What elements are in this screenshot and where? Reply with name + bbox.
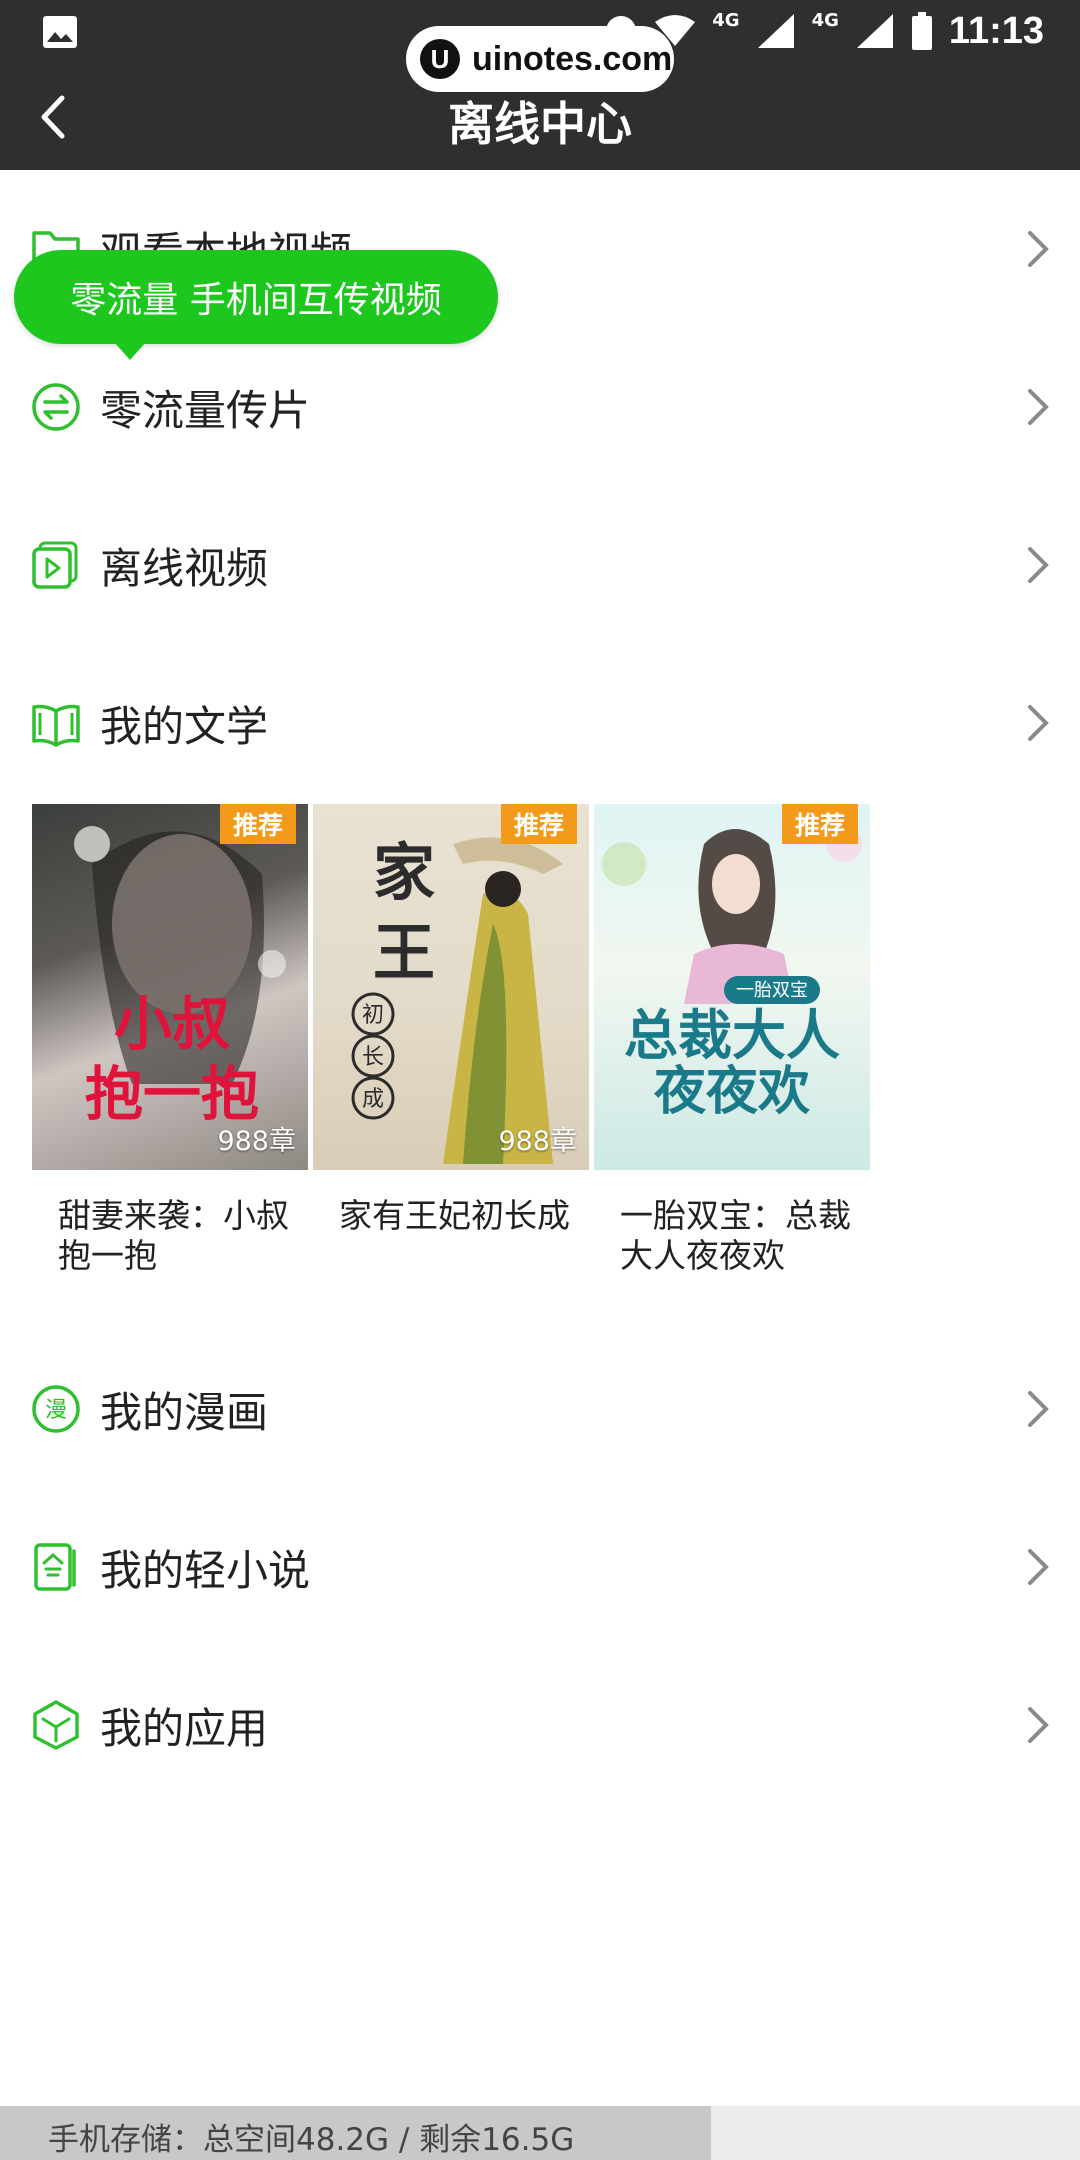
- chevron-right-icon: [1028, 1707, 1049, 1743]
- network-type-1: 4G: [712, 10, 740, 31]
- book-cover-illustration: 一胎双宝 总裁大人 夜夜欢: [602, 826, 862, 1122]
- row-offline-videos[interactable]: 离线视频: [0, 486, 1080, 644]
- book-title: 家有王妃初长成: [339, 1196, 570, 1235]
- network-type-2: 4G: [811, 10, 839, 31]
- book-title: 甜妻来袭：小叔抱一抱: [58, 1196, 289, 1275]
- book-icon: [32, 704, 80, 747]
- clock: 11:13: [948, 9, 1044, 52]
- chapter-count: 988章: [217, 1126, 296, 1157]
- watermark-text: uinotes.com: [472, 39, 673, 78]
- light-novel-icon: [34, 1543, 76, 1591]
- book-cover: 家 王 初 长 成 推荐 988章: [313, 804, 589, 1170]
- book-list: 小叔 抱一抱 推荐 988章 甜妻来袭：小叔抱一抱 家 王 初 长 成 推荐 9…: [32, 804, 1052, 1284]
- comic-icon: 漫: [32, 1385, 80, 1433]
- recommend-badge: 推荐: [220, 804, 296, 844]
- row-my-literature[interactable]: 我的文学: [0, 644, 1080, 802]
- storage-bar: 手机存储：总空间48.2G / 剩余16.5G: [0, 2106, 1080, 2160]
- signal-icon-2: [856, 14, 893, 48]
- chevron-right-icon: [1028, 231, 1049, 267]
- svg-text:成: 成: [362, 1087, 384, 1112]
- svg-text:家: 家: [373, 836, 435, 909]
- svg-text:一胎双宝: 一胎双宝: [736, 980, 808, 1001]
- svg-text:小叔: 小叔: [114, 990, 230, 1058]
- chapter-count: 988章: [498, 1126, 577, 1157]
- header: 4G 4G 11:13 U uinotes.com 离线中心: [0, 0, 1080, 170]
- chevron-right-icon: [1028, 1549, 1049, 1585]
- chevron-right-icon: [1028, 705, 1049, 741]
- book-cover-illustration: 家 王 初 长 成: [351, 836, 563, 1164]
- signal-icon-1: [757, 14, 794, 48]
- row-zero-traffic-transfer-label: 零流量传片: [100, 385, 311, 435]
- svg-text:王: 王: [373, 916, 435, 989]
- row-my-apps-label: 我的应用: [100, 1703, 269, 1753]
- svg-text:抱一抱: 抱一抱: [85, 1060, 259, 1128]
- book-cover: 一胎双宝 总裁大人 夜夜欢 推荐: [594, 804, 870, 1170]
- row-my-light-novels-label: 我的轻小说: [100, 1545, 311, 1595]
- watermark-logo-icon: U: [420, 39, 460, 79]
- row-my-comics-label: 我的漫画: [100, 1387, 269, 1437]
- book-title: 一胎双宝：总裁大人夜夜欢: [620, 1196, 851, 1275]
- book-cover: 小叔 抱一抱 推荐 988章: [32, 804, 308, 1170]
- chevron-right-icon: [1028, 389, 1049, 425]
- offline-center-screen: 4G 4G 11:13 U uinotes.com 离线中心 零流量 手机间互传…: [0, 0, 1080, 2160]
- row-zero-traffic-transfer[interactable]: 零流量传片: [0, 328, 1080, 486]
- svg-text:夜夜欢: 夜夜欢: [653, 1061, 810, 1122]
- chevron-right-icon: [1028, 547, 1049, 583]
- book-card[interactable]: 一胎双宝 总裁大人 夜夜欢 推荐 一胎双宝：总裁大人夜夜欢: [594, 804, 870, 1276]
- storage-text: 手机存储：总空间48.2G / 剩余16.5G: [48, 2122, 575, 2158]
- row-my-literature-label: 我的文学: [100, 701, 269, 751]
- row-my-apps[interactable]: 我的应用: [0, 1646, 1080, 1804]
- recommend-badge: 推荐: [782, 804, 858, 844]
- page-title: 离线中心: [448, 97, 632, 151]
- svg-text:漫: 漫: [45, 1398, 67, 1423]
- chevron-right-icon: [1028, 1391, 1049, 1427]
- row-my-light-novels[interactable]: 我的轻小说: [0, 1488, 1080, 1646]
- book-card[interactable]: 家 王 初 长 成 推荐 988章 家有王妃初长成: [313, 804, 589, 1236]
- svg-text:初: 初: [362, 1003, 384, 1028]
- play-video-icon: [32, 541, 78, 589]
- watermark-badge: U uinotes.com: [406, 26, 674, 92]
- recommend-badge: 推荐: [501, 804, 577, 844]
- row-my-comics[interactable]: 漫 我的漫画: [0, 1330, 1080, 1488]
- app-cube-icon: [33, 1700, 79, 1750]
- book-card[interactable]: 小叔 抱一抱 推荐 988章 甜妻来袭：小叔抱一抱: [32, 804, 308, 1276]
- battery-icon: [911, 12, 932, 50]
- book-cover-illustration: 小叔 抱一抱: [74, 826, 286, 1128]
- row-offline-videos-label: 离线视频: [100, 543, 269, 593]
- svg-text:长: 长: [362, 1045, 384, 1070]
- image-notification-icon: [43, 16, 77, 48]
- transfer-icon: [32, 383, 80, 431]
- svg-text:总裁大人: 总裁大人: [624, 1003, 840, 1067]
